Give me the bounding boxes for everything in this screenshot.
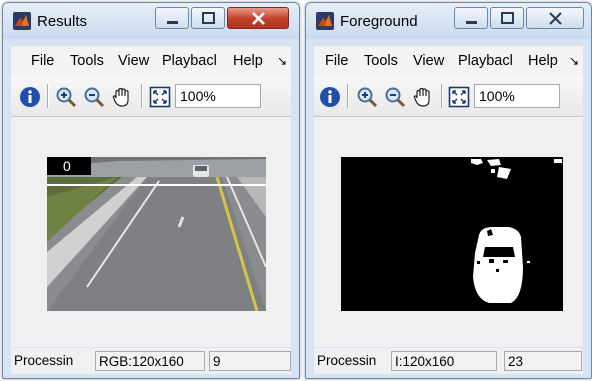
fit-to-window-icon[interactable] [448,86,470,108]
maximize-button[interactable] [490,7,524,29]
toolbar: 100% [11,76,291,117]
status-label: Processin [14,353,74,368]
zoom-in-icon[interactable] [356,86,378,108]
maximize-icon [202,12,215,24]
zoom-out-icon[interactable] [83,86,105,108]
toolbar-separator [141,84,143,108]
image-format-field: RGB:120x160 [95,351,205,371]
frame-number-field: 23 [504,351,582,371]
menu-help[interactable]: Help [528,53,558,69]
minimize-icon [167,21,178,24]
maximize-button[interactable] [191,7,225,29]
pan-hand-icon[interactable] [412,86,434,108]
menu-bar: File Tools View Playbacl Help ↘ [11,45,291,76]
close-button[interactable] [526,7,584,29]
foreground-mask-frame [341,157,563,311]
menu-help[interactable]: Help [233,53,263,69]
minimize-icon [466,21,477,24]
minimize-button[interactable] [454,7,488,29]
menu-playback[interactable]: Playbacl [458,53,513,69]
menu-overflow-icon[interactable]: ↘ [569,54,579,68]
image-format-field: I:120x160 [391,351,497,371]
results-window: Results File Tools View Playbacl Help ↘ [2,2,300,379]
menu-playback[interactable]: Playbacl [162,53,217,69]
maximize-icon [501,12,514,24]
frame-counter: 0 [63,158,71,174]
window-title: Foreground [340,13,418,30]
menu-bar: File Tools View Playbacl Help ↘ [314,45,583,76]
status-label: Processin [317,353,377,368]
toolbar: 100% [314,76,583,117]
road-video-frame [47,157,266,311]
info-icon[interactable] [19,86,41,108]
status-bar: Processin I:120x160 23 [314,348,583,374]
toolbar-separator [441,84,443,108]
fit-to-window-icon[interactable] [149,86,171,108]
close-icon [252,12,265,25]
close-icon [549,12,562,25]
zoom-in-icon[interactable] [55,86,77,108]
zoom-out-icon[interactable] [384,86,406,108]
menu-view[interactable]: View [118,53,149,69]
menu-tools[interactable]: Tools [70,53,104,69]
close-button[interactable] [227,7,289,29]
matlab-icon [13,12,31,30]
title-bar[interactable]: Results [3,3,299,39]
toolbar-separator [47,84,49,108]
menu-file[interactable]: File [31,53,54,69]
toolbar-separator [347,84,349,108]
matlab-icon [316,12,334,30]
menu-tools[interactable]: Tools [364,53,398,69]
menu-overflow-icon[interactable]: ↘ [277,54,287,68]
menu-file[interactable]: File [325,53,348,69]
image-canvas[interactable] [314,117,583,347]
foreground-window: Foreground File Tools View Playbacl Help… [305,2,592,379]
frame-number-field: 9 [209,351,291,371]
title-bar[interactable]: Foreground [306,3,591,39]
status-bar: Processin RGB:120x160 9 [11,348,291,374]
info-icon[interactable] [319,86,341,108]
zoom-level-field[interactable]: 100% [175,84,261,108]
zoom-level-field[interactable]: 100% [474,84,560,108]
image-canvas[interactable]: 0 [11,117,291,347]
pan-hand-icon[interactable] [111,86,133,108]
frame-counter-box: 0 [47,157,91,175]
window-title: Results [37,13,88,30]
minimize-button[interactable] [155,7,189,29]
menu-view[interactable]: View [413,53,444,69]
